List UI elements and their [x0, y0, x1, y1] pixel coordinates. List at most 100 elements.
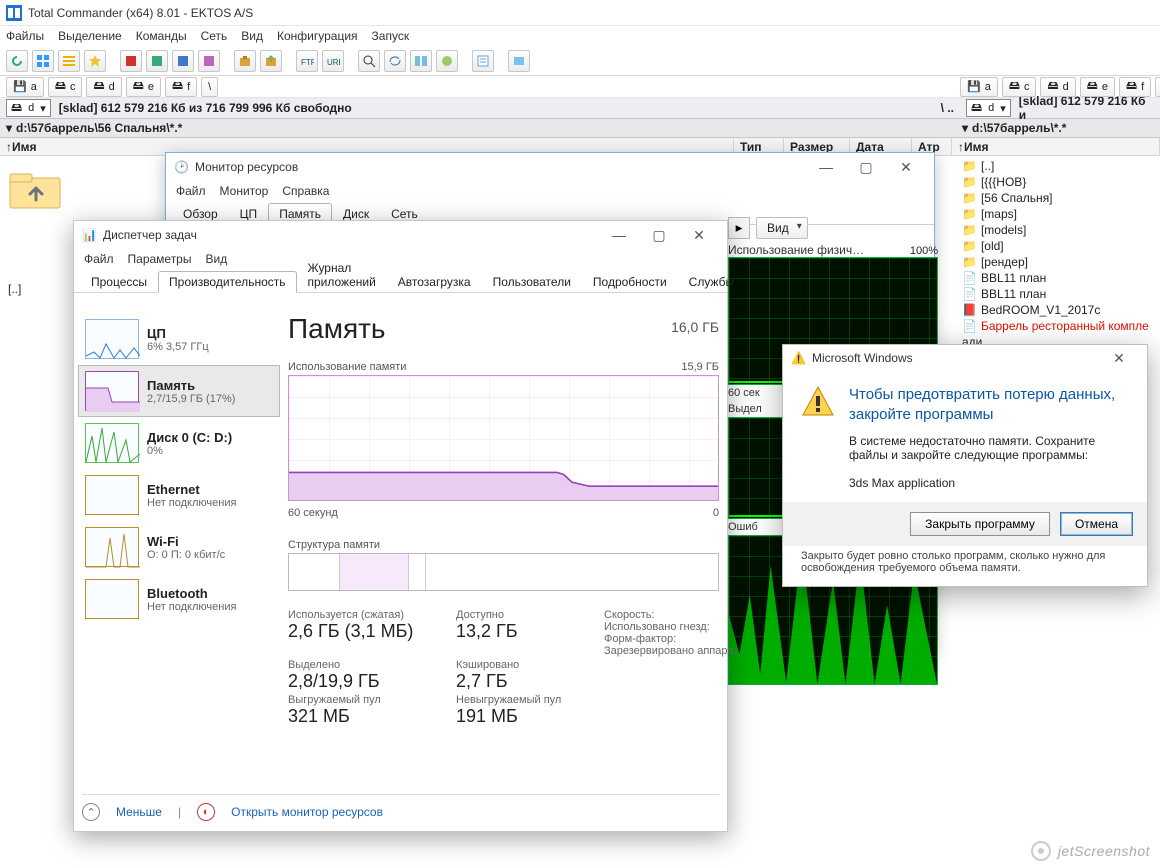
msg-close-button[interactable]: ✕ — [1099, 344, 1139, 372]
tm-less-link[interactable]: Меньше — [116, 805, 162, 819]
list-item[interactable]: 📄BBL11 план — [960, 270, 1160, 286]
tm-tab-performance[interactable]: Производительность — [158, 271, 296, 293]
rm-menu-monitor[interactable]: Монитор — [220, 184, 269, 198]
drive-e-r[interactable]: 🖴 e — [1080, 77, 1115, 97]
open-rm-icon[interactable]: ◐ — [197, 803, 215, 821]
list-item[interactable]: 📕BedROOM_V1_2017c — [960, 302, 1160, 318]
drive-c[interactable]: 🖴 c — [48, 77, 83, 97]
tm-menu-view[interactable]: Вид — [205, 252, 227, 266]
tb-sync-icon[interactable] — [384, 50, 406, 72]
tb-grid-icon[interactable] — [32, 50, 54, 72]
drive-a[interactable]: 💾 a — [6, 77, 44, 97]
path-right[interactable]: d:\57баррель\*.* — [972, 121, 1066, 135]
tb-unpack-icon[interactable] — [260, 50, 282, 72]
tm-nav-cpu[interactable]: ЦП6% 3,57 ГГц — [78, 313, 280, 365]
list-item[interactable]: 📁[models] — [960, 222, 1160, 238]
tm-tab-processes[interactable]: Процессы — [80, 271, 158, 292]
tb-app-icon[interactable] — [508, 50, 530, 72]
tm-tab-apphistory[interactable]: Журнал приложений — [297, 257, 387, 292]
tc-menu-cmd[interactable]: Команды — [136, 29, 187, 43]
drive-e[interactable]: 🖴 e — [126, 77, 161, 97]
pathbar: ▾d:\57баррель\56 Спальня\*.* ▾d:\57барре… — [0, 118, 1160, 138]
tm-menu-params[interactable]: Параметры — [128, 252, 192, 266]
tc-menu-run[interactable]: Запуск — [372, 29, 410, 43]
list-item[interactable]: 📁[..] — [960, 158, 1160, 174]
tb-notepad-icon[interactable] — [472, 50, 494, 72]
tm-nav-eth[interactable]: EthernetНет подключения — [78, 469, 280, 521]
drive-select-left[interactable]: 🖴 d ▾ — [6, 99, 51, 117]
tm-nav-disk[interactable]: Диск 0 (C: D:)0% — [78, 417, 280, 469]
list-item[interactable]: 📁[maps] — [960, 206, 1160, 222]
tm-nav-wifi[interactable]: Wi-FiО: 0 П: 0 кбит/с — [78, 521, 280, 573]
tc-menu-config[interactable]: Конфигурация — [277, 29, 358, 43]
tm-tab-users[interactable]: Пользователи — [482, 271, 582, 292]
drive-f-r[interactable]: 🖴 f — [1119, 77, 1151, 97]
tm-nav-mem[interactable]: Память2,7/15,9 ГБ (17%) — [78, 365, 280, 417]
tm-left-list[interactable]: ЦП6% 3,57 ГГцПамять2,7/15,9 ГБ (17%)Диск… — [78, 313, 280, 823]
tm-tab-services[interactable]: Службы — [678, 271, 745, 292]
tc-menubar[interactable]: Файлы Выделение Команды Сеть Вид Конфигу… — [0, 26, 1160, 46]
tm-open-rm-link[interactable]: Открыть монитор ресурсов — [231, 805, 383, 819]
list-item[interactable]: 📄BBL11 план — [960, 286, 1160, 302]
tb-search-icon[interactable] — [358, 50, 380, 72]
rm-titlebar[interactable]: 🕑 Монитор ресурсов — ▢ ✕ — [166, 153, 934, 181]
tm-titlebar[interactable]: 📊 Диспетчер задач — ▢ ✕ — [74, 221, 727, 249]
list-item[interactable]: 📁[old] — [960, 238, 1160, 254]
hdr-name-r[interactable]: ↑ Имя — [952, 138, 1160, 155]
tc-menu-net[interactable]: Сеть — [201, 29, 228, 43]
drive-net[interactable]: \ — [201, 77, 218, 97]
msg-cancel-button[interactable]: Отмена — [1060, 512, 1133, 536]
drive-select-right[interactable]: 🖴 d ▾ — [966, 99, 1011, 117]
drive-net-r[interactable]: \ — [1155, 77, 1160, 97]
tb-refresh-icon[interactable] — [6, 50, 28, 72]
msg-titlebar[interactable]: ⚠️ Microsoft Windows ✕ — [783, 345, 1147, 371]
tm-nav-bt[interactable]: BluetoothНет подключения — [78, 573, 280, 625]
rm-menu-file[interactable]: Файл — [176, 184, 206, 198]
tc-menu-files[interactable]: Файлы — [6, 29, 44, 43]
gauge-icon: 🕑 — [174, 160, 189, 174]
tb-tool3-icon[interactable] — [172, 50, 194, 72]
tb-misc1-icon[interactable] — [436, 50, 458, 72]
tm-max-button[interactable]: ▢ — [639, 221, 679, 249]
rm-min-button[interactable]: — — [806, 153, 846, 181]
tm-menu-file[interactable]: Файл — [84, 252, 114, 266]
tb-compare-icon[interactable] — [410, 50, 432, 72]
rm-close-button[interactable]: ✕ — [886, 153, 926, 181]
drive-a-r[interactable]: 💾 a — [960, 77, 998, 97]
list-item[interactable]: 📁[рендер] — [960, 254, 1160, 270]
task-manager-window[interactable]: 📊 Диспетчер задач — ▢ ✕ Файл Параметры В… — [73, 220, 728, 832]
tb-pack-icon[interactable] — [234, 50, 256, 72]
drive-d[interactable]: 🖴 d — [86, 77, 121, 97]
tb-list-icon[interactable] — [58, 50, 80, 72]
tm-tab-startup[interactable]: Автозагрузка — [387, 271, 482, 292]
tm-min-button[interactable]: — — [599, 221, 639, 249]
list-item[interactable]: 📁[56 Спальня] — [960, 190, 1160, 206]
tm-menubar[interactable]: Файл Параметры Вид — [74, 249, 727, 269]
tm-tabs[interactable]: Процессы Производительность Журнал прило… — [74, 269, 727, 293]
tb-url-icon[interactable]: URL — [322, 50, 344, 72]
msg-close-program-button[interactable]: Закрыть программу — [910, 512, 1050, 536]
tb-star-icon[interactable] — [84, 50, 106, 72]
list-item[interactable]: 📁[{{{HOB} — [960, 174, 1160, 190]
tb-tool1-icon[interactable] — [120, 50, 142, 72]
rm-view-dropdown[interactable]: Вид — [756, 217, 808, 239]
path-left[interactable]: d:\57баррель\56 Спальня\*.* — [16, 121, 182, 135]
tm-nav-title: ЦП — [147, 326, 166, 341]
tb-tool4-icon[interactable] — [198, 50, 220, 72]
list-item[interactable]: 📄Баррель ресторанный компле — [960, 318, 1160, 334]
rm-nav-prev[interactable]: ▸ — [728, 217, 750, 239]
tb-ftp-icon[interactable]: FTP — [296, 50, 318, 72]
rm-menu-help[interactable]: Справка — [282, 184, 329, 198]
low-memory-dialog[interactable]: ⚠️ Microsoft Windows ✕ Чтобы предотврати… — [782, 344, 1148, 587]
tm-close-button[interactable]: ✕ — [679, 221, 719, 249]
rm-menubar[interactable]: Файл Монитор Справка — [166, 181, 934, 201]
tm-tab-details[interactable]: Подробности — [582, 271, 678, 292]
drive-c-r[interactable]: 🖴 c — [1002, 77, 1037, 97]
tc-menu-view[interactable]: Вид — [241, 29, 263, 43]
rm-max-button[interactable]: ▢ — [846, 153, 886, 181]
tb-tool2-icon[interactable] — [146, 50, 168, 72]
drive-d-r[interactable]: 🖴 d — [1040, 77, 1075, 97]
collapse-icon[interactable]: ⌃ — [82, 803, 100, 821]
drive-f[interactable]: 🖴 f — [165, 77, 197, 97]
tc-menu-select[interactable]: Выделение — [58, 29, 122, 43]
